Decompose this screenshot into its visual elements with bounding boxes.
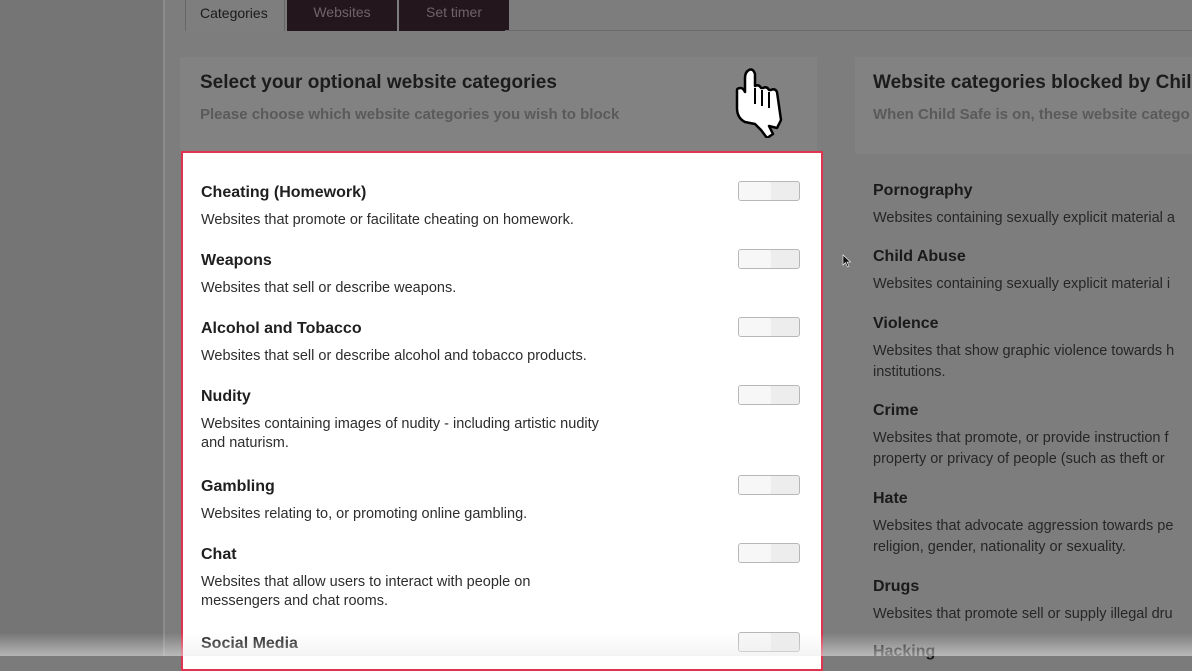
tab-bar: Categories Websites Set timer <box>185 0 509 32</box>
blocked-category-description: Websites containing sexually explicit ma… <box>873 276 1171 292</box>
category-item-gambling: Gambling Websites relating to, or promot… <box>201 478 671 524</box>
blocked-category-name: Drugs <box>873 578 920 595</box>
blocked-item-hacking: Hacking <box>873 643 1192 669</box>
category-item-cheating: Cheating (Homework) Websites that promot… <box>201 184 671 230</box>
blocked-categories-subtitle: When Child Safe is on, these website cat… <box>873 106 1190 123</box>
toggle-knob <box>739 544 771 562</box>
toggle-knob <box>739 386 771 404</box>
toggle-knob <box>739 182 771 200</box>
toggle-knob <box>739 250 771 268</box>
hand-pointer-icon <box>735 68 783 138</box>
optional-categories-panel: Cheating (Homework) Websites that promot… <box>181 151 823 671</box>
category-name: Chat <box>201 546 237 563</box>
toggle-chat[interactable] <box>738 543 800 563</box>
blocked-item-crime: Crime Websites that promote, or provide … <box>873 402 1192 470</box>
optional-categories-title: Select your optional website categories <box>200 72 557 93</box>
blocked-category-name: Violence <box>873 315 939 332</box>
blocked-category-description: Websites that promote, or provide instru… <box>873 430 1169 467</box>
blocked-category-description: Websites that advocate aggression toward… <box>873 518 1174 555</box>
mouse-pointer-icon <box>842 254 852 268</box>
toggle-cheating[interactable] <box>738 181 800 201</box>
category-item-alcohol-tobacco: Alcohol and Tobacco Websites that sell o… <box>201 320 671 366</box>
category-name: Alcohol and Tobacco <box>201 320 362 337</box>
blocked-category-description: Websites that show graphic violence towa… <box>873 343 1175 380</box>
category-description: Websites that allow users to interact wi… <box>201 574 531 609</box>
blocked-categories-header: Website categories blocked by Chil When … <box>855 57 1192 154</box>
tab-underline <box>505 30 1192 31</box>
category-description: Websites that promote or facilitate chea… <box>201 212 574 228</box>
category-name: Nudity <box>201 388 251 405</box>
category-item-chat: Chat Websites that allow users to intera… <box>201 546 671 611</box>
toggle-social-media[interactable] <box>738 632 800 652</box>
blocked-category-name: Pornography <box>873 182 973 199</box>
optional-categories-subtitle: Please choose which website categories y… <box>200 106 620 123</box>
category-name: Social Media <box>201 635 298 652</box>
category-item-nudity: Nudity Websites containing images of nud… <box>201 388 671 453</box>
toggle-gambling[interactable] <box>738 475 800 495</box>
category-description: Websites containing images of nudity - i… <box>201 416 599 451</box>
blocked-categories-title: Website categories blocked by Chil <box>873 72 1192 93</box>
blocked-category-description: Websites that promote sell or supply ill… <box>873 606 1173 622</box>
toggle-knob <box>739 633 771 651</box>
category-name: Gambling <box>201 478 275 495</box>
blocked-category-description: Websites containing sexually explicit ma… <box>873 210 1175 226</box>
blocked-item-child-abuse: Child Abuse Websites containing sexually… <box>873 248 1192 295</box>
category-name: Cheating (Homework) <box>201 184 367 201</box>
category-name: Weapons <box>201 252 272 269</box>
blocked-item-pornography: Pornography Websites containing sexually… <box>873 182 1192 229</box>
blocked-item-violence: Violence Websites that show graphic viol… <box>873 315 1192 383</box>
blocked-category-name: Crime <box>873 402 919 419</box>
category-item-social-media: Social Media <box>201 635 671 662</box>
category-item-weapons: Weapons Websites that sell or describe w… <box>201 252 671 298</box>
category-description: Websites that sell or describe alcohol a… <box>201 348 587 364</box>
blocked-item-drugs: Drugs Websites that promote sell or supp… <box>873 578 1192 625</box>
category-description: Websites that sell or describe weapons. <box>201 280 457 296</box>
tab-set-timer[interactable]: Set timer <box>399 0 509 31</box>
optional-categories-header: Select your optional website categories … <box>180 57 817 154</box>
left-sidebar <box>0 0 164 656</box>
category-description: Websites relating to, or promoting onlin… <box>201 506 528 522</box>
toggle-nudity[interactable] <box>738 385 800 405</box>
toggle-weapons[interactable] <box>738 249 800 269</box>
blocked-category-name: Child Abuse <box>873 248 966 265</box>
blocked-category-name: Hacking <box>873 643 936 660</box>
toggle-knob <box>739 476 771 494</box>
tab-websites[interactable]: Websites <box>287 0 397 31</box>
blocked-item-hate: Hate Websites that advocate aggression t… <box>873 490 1192 558</box>
tab-categories[interactable]: Categories <box>185 0 285 31</box>
toggle-alcohol-tobacco[interactable] <box>738 317 800 337</box>
blocked-category-name: Hate <box>873 490 908 507</box>
toggle-knob <box>739 318 771 336</box>
